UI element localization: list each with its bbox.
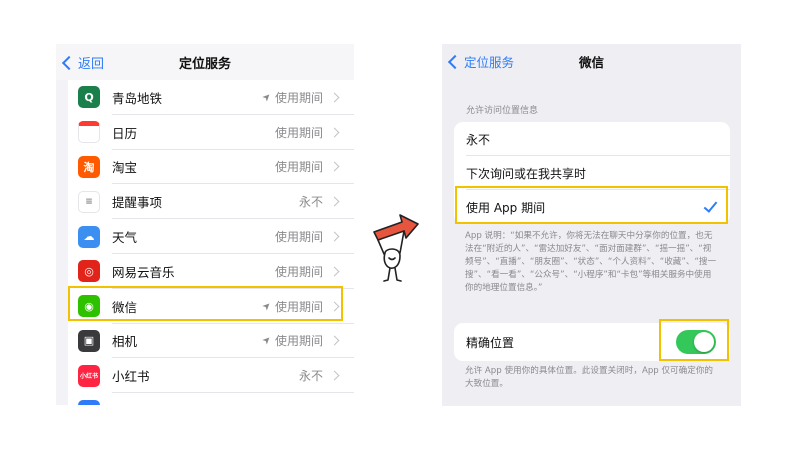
precise-location-label: 精确位置 (466, 335, 515, 350)
location-status: 使用期间 (274, 160, 323, 175)
chevron-right-icon (329, 336, 340, 346)
location-status: 永不 (298, 369, 323, 384)
option-never[interactable]: 永不 (454, 122, 730, 156)
app-row[interactable]: ☁ 天气 使用期间 (68, 219, 354, 254)
app-explanation-text: App 说明：“如果不允许，你将无法在聊天中分享你的位置，也无法在“附近的人”、… (465, 231, 717, 293)
app-name: 提醒事项 (112, 195, 163, 211)
location-status: 使用期间 (274, 90, 323, 105)
chevron-right-icon (329, 370, 340, 381)
app-row[interactable]: 日历 使用期间 (68, 115, 354, 150)
app-row[interactable] (68, 393, 354, 405)
app-row[interactable]: ≡ 提醒事项 永不 (68, 184, 354, 220)
right-arrow-icon (373, 214, 419, 241)
app-name: 日历 (112, 125, 138, 141)
app-name: 网易云音乐 (112, 264, 175, 280)
location-status: 使用期间 (274, 230, 323, 245)
taobao-icon: 淘 (78, 155, 100, 178)
app-row[interactable]: ▣ 相机 ➤ 使用期间 (68, 324, 354, 359)
netease-music-icon: ◎ (78, 260, 100, 283)
section-header: 允许访问位置信息 (466, 106, 539, 116)
mascot-pointing-arrow-illustration (373, 214, 419, 282)
chevron-right-icon (329, 266, 340, 277)
page-title: 定位服务 (178, 57, 231, 72)
chevron-right-icon (329, 92, 340, 103)
xiaohongshu-icon: 小红书 (78, 364, 100, 387)
app-name: 青岛地铁 (112, 90, 163, 106)
reminders-icon: ≡ (78, 190, 100, 213)
app-name: 淘宝 (112, 160, 138, 176)
navigation-bar: 定位服务 微信 (442, 44, 741, 78)
option-label: 永不 (466, 132, 491, 147)
location-status: 永不 (298, 195, 323, 210)
location-status: 使用期间 (274, 125, 323, 140)
wechat-row-highlight (68, 286, 343, 321)
app-name: 小红书 (112, 369, 150, 385)
chevron-right-icon (329, 162, 340, 172)
chevron-right-icon (329, 231, 340, 242)
tutorial-figure: 返回 定位服务 Q 青岛地铁 ➤ 使用期间 日历 使用期间淘淘宝 使用期间 ≡ 提醒事项 永不 ☁ 天… (0, 0, 800, 450)
app-row[interactable]: ◎ 网易云音乐 使用期间 (68, 254, 354, 289)
page-title: 微信 (578, 55, 604, 70)
location-services-screen: 返回 定位服务 Q 青岛地铁 ➤ 使用期间 日历 使用期间淘淘宝 使用期间 ≡ 提醒事项 永不 ☁ 天… (56, 44, 354, 405)
app-name: 天气 (112, 230, 138, 246)
app-name: 相机 (112, 334, 138, 350)
location-status: 使用期间 (274, 334, 323, 349)
toggle-highlight (659, 319, 729, 361)
app-row[interactable]: 小红书 小红书 永不 (68, 358, 354, 394)
precise-location-footer: 允许 App 使用你的具体位置。此设置关闭时，App 仅可确定你的大致位置。 (465, 366, 714, 389)
weather-icon: ☁ (78, 225, 100, 248)
calendar-icon (78, 121, 100, 144)
app-row[interactable]: 淘淘宝 使用期间 (68, 150, 354, 185)
app-row[interactable]: Q 青岛地铁 ➤ 使用期间 (68, 80, 354, 115)
option-label: 下次询问或在我共享时 (466, 166, 587, 181)
option-ask-next-time[interactable]: 下次询问或在我共享时 (454, 156, 730, 190)
chevron-right-icon (329, 196, 340, 207)
partial-app-icon (78, 399, 100, 405)
location-status: 使用期间 (274, 264, 323, 279)
chevron-right-icon (329, 127, 340, 138)
qingdao-metro-icon: Q (78, 86, 100, 109)
selected-option-highlight (455, 186, 728, 224)
app-list: Q 青岛地铁 ➤ 使用期间 日历 使用期间淘淘宝 使用期间 ≡ 提醒事项 永不 ☁ 天气 使用期间 ◎ 网易… (68, 80, 354, 405)
camera-icon: ▣ (78, 329, 100, 352)
navigation-bar: 返回 定位服务 (56, 44, 354, 80)
